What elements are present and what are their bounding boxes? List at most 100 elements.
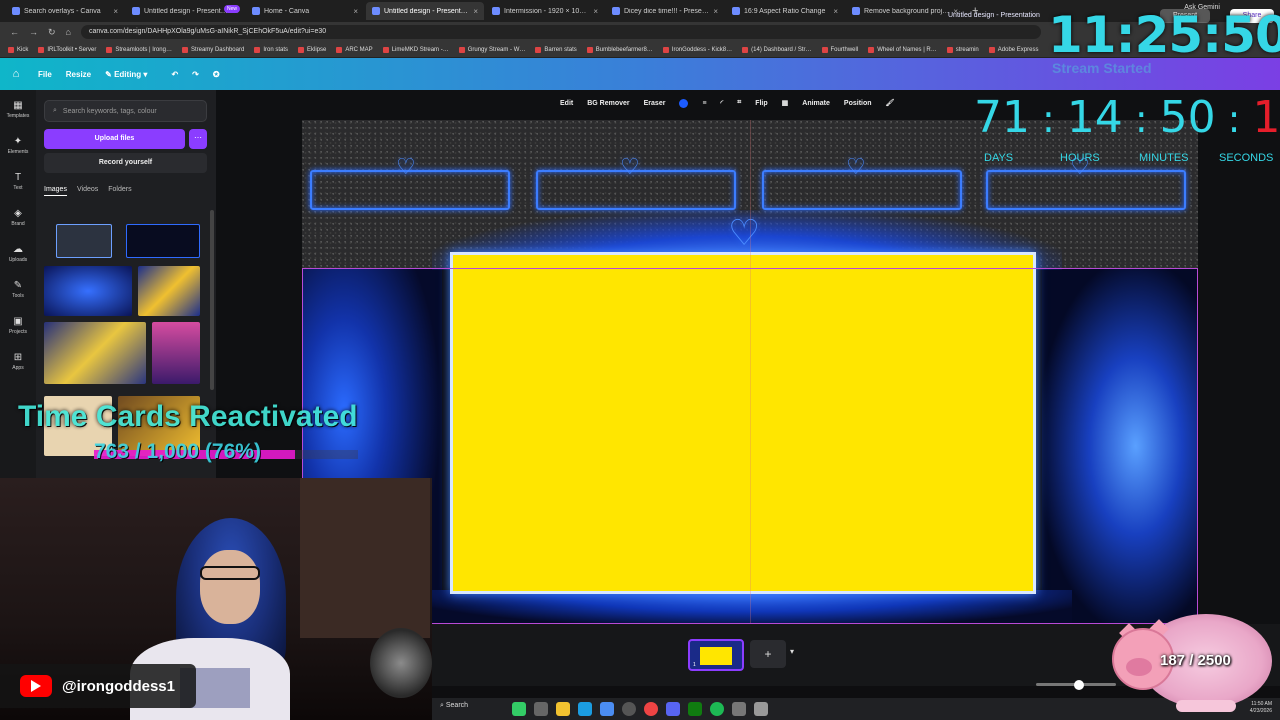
reload-icon[interactable]: ↻ [48,27,56,38]
bookmark-item[interactable]: Fourthwell [821,46,858,53]
browser-tab[interactable]: Dicey dice time!!! - Presentation× [606,2,724,20]
forward-icon[interactable]: → [29,27,38,37]
bg-remover-button[interactable]: BG Remover [587,100,629,107]
bookmark-item[interactable]: IRLToolkit • Server [38,46,96,53]
lines-icon[interactable]: ≡ [702,100,706,107]
tab-images[interactable]: Images [44,186,67,196]
browser-tab[interactable]: Home - Canva × [246,2,364,20]
upload-thumbnail[interactable] [126,224,200,258]
browser-tab[interactable]: 16:9 Aspect Ratio Change × [726,2,844,20]
selected-yellow-rectangle[interactable] [450,252,1036,594]
tab-folders[interactable]: Folders [108,186,131,196]
close-tab-icon[interactable]: × [113,7,118,16]
add-page-button[interactable]: + [750,640,786,668]
browser-tab[interactable]: Remove background project - × [846,2,964,20]
bookmark-item[interactable]: Streamy Dashboard [181,46,244,53]
file-explorer-icon[interactable] [556,702,570,716]
close-tab-icon[interactable]: × [713,7,718,16]
xbox-icon[interactable] [688,702,702,716]
settings-icon[interactable] [732,702,746,716]
transparency-icon[interactable]: ▦ [782,99,789,107]
flip-button[interactable]: Flip [755,100,767,107]
tab-videos[interactable]: Videos [77,186,98,196]
spotify-icon[interactable] [710,702,724,716]
file-menu[interactable]: File [38,70,52,79]
uploads-icon: ☁ [13,244,23,255]
upload-thumbnail[interactable] [138,266,200,316]
bookmark-item[interactable]: ARC MAP [336,46,373,53]
bookmark-item[interactable]: IronGoddess - Kick8… [662,46,732,53]
task-view-icon[interactable] [534,702,548,716]
editing-mode-dropdown[interactable]: ✎ Editing ▾ [105,70,147,79]
home-icon[interactable]: ⌂ [66,27,71,37]
undo-icon[interactable]: ↶ [171,70,178,79]
upload-thumbnail[interactable] [44,322,146,384]
rail-text[interactable]: T Text [0,172,36,191]
upload-thumbnail[interactable] [56,224,112,258]
magic-icon[interactable]: ✪ [213,70,220,79]
canva-home-icon[interactable]: ⌂ [8,66,24,82]
upload-thumbnail[interactable] [44,266,132,316]
rail-projects[interactable]: ▣ Projects [0,316,36,335]
bookmark-item[interactable]: Bumblebeefarmer8… [586,46,653,53]
rail-apps[interactable]: ⊞ Apps [0,352,36,371]
widgets-icon[interactable] [512,702,526,716]
animate-button[interactable]: Animate [802,100,830,107]
resize-button[interactable]: Resize [66,70,91,79]
redo-icon[interactable]: ↷ [192,70,199,79]
store-icon[interactable] [600,702,614,716]
url-field[interactable]: canva.com/design/DAHHpXOla9g/uMsG-aINikR… [80,25,1041,39]
record-yourself-button[interactable]: Record yourself [44,153,207,173]
bookmark-item[interactable]: Grungy Stream - W… [458,46,525,53]
panel-scrollbar[interactable] [210,210,214,390]
bookmark-item[interactable]: Eklipse [298,46,326,53]
page-thumbnail[interactable]: 1 [688,639,744,671]
rail-tools[interactable]: ✎ Tools [0,280,36,299]
crop-icon[interactable]: ⌗ [737,99,741,107]
back-icon[interactable]: ← [10,27,19,37]
bookmark-item[interactable]: Barren stats [535,46,577,53]
bookmark-item[interactable]: Iron stats [254,46,288,53]
edge-icon[interactable] [578,702,592,716]
chevron-down-icon[interactable]: ▾ [790,647,794,656]
more-options-icon[interactable]: ⋯ [189,129,207,149]
taskbar-clock[interactable]: 11:50 AM 4/23/2026 [1250,701,1272,715]
globe-favicon-icon [852,7,860,15]
browser-tab[interactable]: Intermission - 1920 × 1080px × [486,2,604,20]
search-input[interactable]: ⌕ Search keywords, tags, colour [44,100,207,122]
bookmark-item[interactable]: Wheel of Names | R… [868,46,937,53]
taskbar-search[interactable]: ⌕ Search [440,702,468,710]
edit-button[interactable]: Edit [560,100,573,107]
close-tab-icon[interactable]: × [473,7,478,16]
close-tab-icon[interactable]: × [353,7,358,16]
bookmark-item[interactable]: Kick [8,46,28,53]
bookmark-item[interactable]: Streamloots | Irong… [106,46,172,53]
eraser-button[interactable]: Eraser [644,100,666,107]
chrome-icon[interactable] [644,702,658,716]
design-title[interactable]: Untitled design - Presentation [948,12,1040,19]
browser-tab-active[interactable]: Untitled design - Presentation × [366,2,484,20]
corner-icon[interactable]: ◜ [721,99,724,107]
rail-uploads[interactable]: ☁ Uploads [0,244,36,263]
bookmark-item[interactable]: streamin [946,46,979,53]
paint-format-icon[interactable]: 🖌 [886,99,895,107]
rail-elements[interactable]: ✦ Elements [0,136,36,155]
upload-files-button[interactable]: Upload files [44,129,185,149]
bookmark-item[interactable]: LimeMKD Stream -… [382,46,449,53]
app-icon[interactable] [754,702,768,716]
rail-templates[interactable]: ▦ Templates [0,100,36,119]
zoom-slider-handle[interactable] [1074,680,1084,690]
bookmark-item[interactable]: (14) Dashboard / Str… [742,46,812,53]
obs-icon[interactable] [622,702,636,716]
design-canvas[interactable]: ♡ ♡ ♡ ♡ ♡ [302,120,1198,624]
bookmark-icon [946,46,953,53]
position-button[interactable]: Position [844,100,872,107]
close-tab-icon[interactable]: × [593,7,598,16]
rail-brand[interactable]: ◈ Brand [0,208,36,227]
bookmark-item[interactable]: Adobe Express [988,46,1038,53]
browser-tab[interactable]: Search overlays - Canva × [6,2,124,20]
close-tab-icon[interactable]: × [833,7,838,16]
upload-thumbnail[interactable] [152,322,200,384]
color-swatch[interactable] [679,98,689,108]
discord-icon[interactable] [666,702,680,716]
